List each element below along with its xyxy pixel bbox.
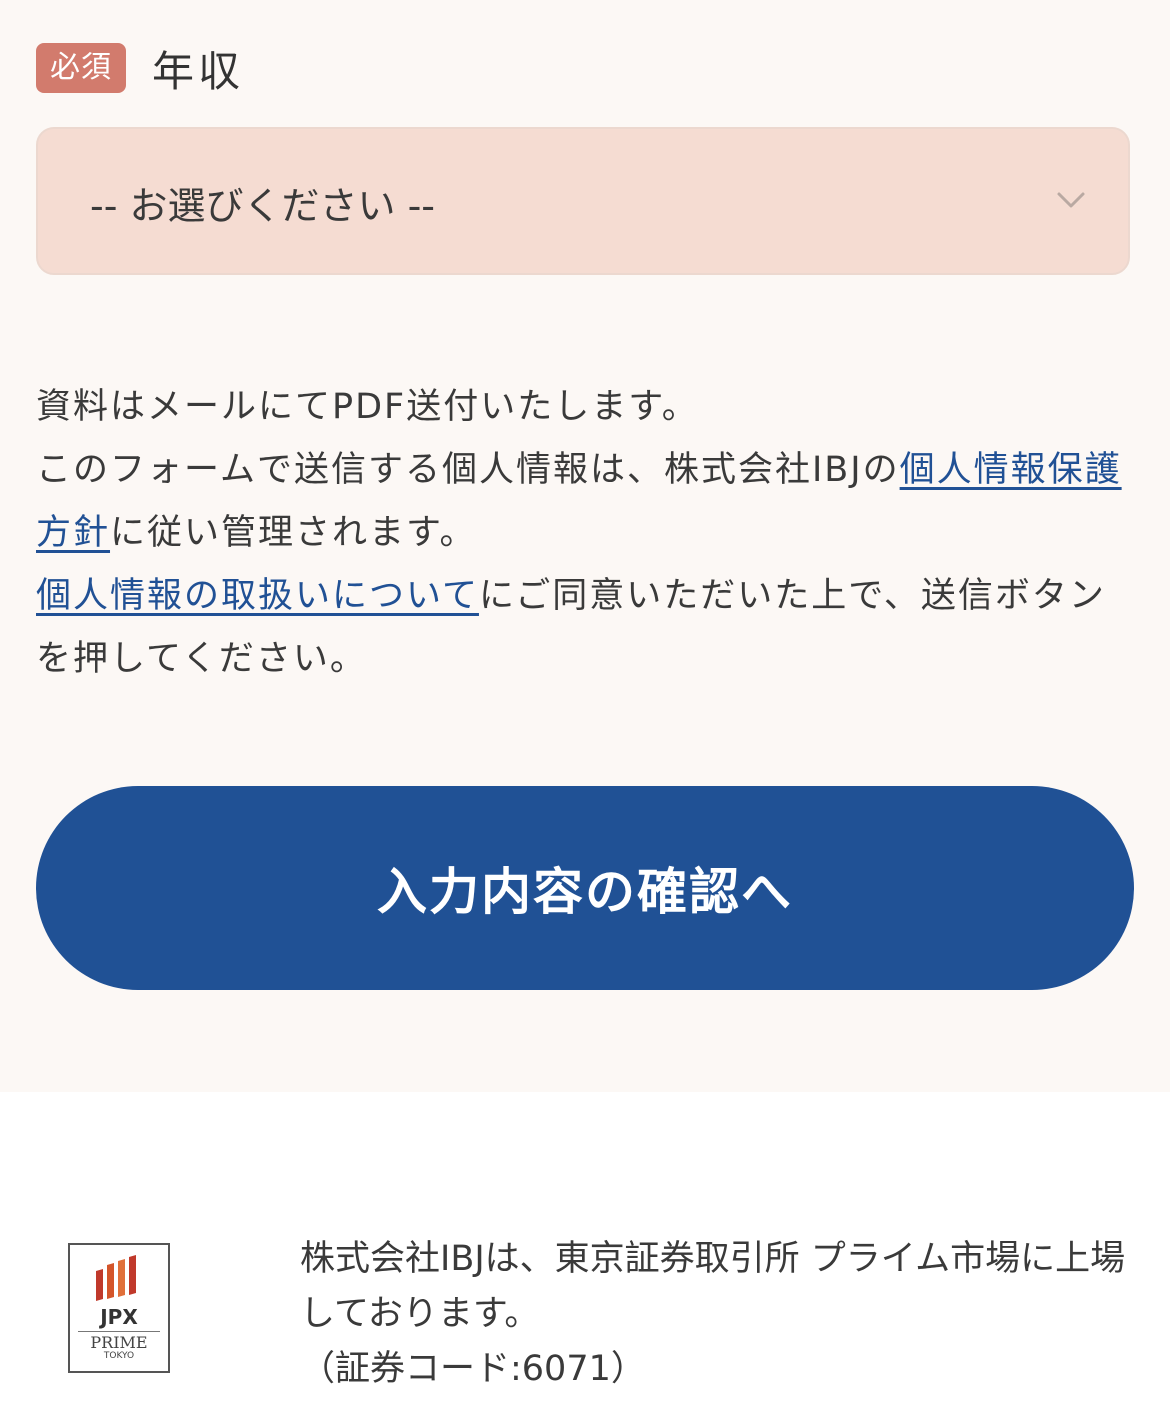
footer: JPX PRIME TOKYO 株式会社IBJは、東京証券取引所 プライム市場に…: [0, 1092, 1170, 1411]
notice-text: このフォームで送信する個人情報は、株式会社IBJの: [36, 450, 900, 490]
jpx-bar: [107, 1263, 114, 1299]
privacy-notice: 資料はメールにてPDF送付いたします。 このフォームで送信する個人情報は、株式会…: [36, 376, 1126, 691]
notice-line-consent: 個人情報の取扱いについてにご同意いただいた上で、送信ボタンを押してください。: [36, 565, 1126, 691]
income-label: 年収: [152, 46, 245, 96]
chevron-down-icon: [1057, 192, 1085, 208]
notice-line-privacy: このフォームで送信する個人情報は、株式会社IBJの個人情報保護方針に従い管理され…: [36, 439, 1126, 565]
notice-text: に従い管理されます。: [110, 513, 477, 553]
jpx-bar: [129, 1255, 136, 1295]
jpx-prime-logo: JPX PRIME TOKYO: [68, 1243, 170, 1373]
form-section: 必須 年収 -- お選びください -- 資料はメールにてPDF送付いたします。 …: [0, 0, 1170, 1092]
income-select[interactable]: -- お選びください --: [36, 127, 1130, 275]
jpx-bar: [96, 1269, 103, 1301]
jpx-bar: [118, 1259, 125, 1297]
jpx-text: JPX: [100, 1305, 138, 1329]
listing-text: 株式会社IBJは、東京証券取引所 プライム市場に上場しております。: [300, 1239, 1126, 1334]
securities-code: （証券コード:6071）: [300, 1349, 646, 1389]
listing-info: 株式会社IBJは、東京証券取引所 プライム市場に上場しております。 （証券コード…: [300, 1232, 1130, 1397]
personal-info-handling-link[interactable]: 個人情報の取扱いについて: [36, 576, 479, 616]
confirm-input-button[interactable]: 入力内容の確認へ: [36, 786, 1134, 990]
prime-text: PRIME: [90, 1333, 148, 1352]
tokyo-text: TOKYO: [103, 1351, 135, 1361]
required-badge: 必須: [36, 43, 126, 93]
jpx-bars-icon: [96, 1255, 136, 1301]
income-select-value: -- お選びください --: [90, 184, 436, 228]
logo-divider: [78, 1331, 160, 1332]
notice-line-pdf: 資料はメールにてPDF送付いたします。: [36, 387, 699, 427]
income-field-header: 必須 年収: [36, 42, 244, 96]
